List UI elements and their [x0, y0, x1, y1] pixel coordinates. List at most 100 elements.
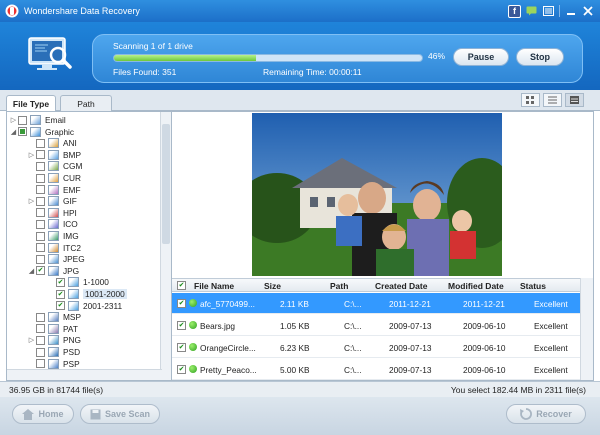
file-type-tree: ▷ Email ◢ Graphic ANI ▷ BMP CGM CUR EMF ▷ GIF HPI ICO… — [6, 111, 172, 381]
tree-item-cgm[interactable]: CGM — [27, 160, 82, 172]
expand-toggle-icon[interactable]: ◢ — [27, 267, 36, 275]
tree-item-checkbox[interactable] — [36, 185, 45, 195]
tree-item-gif[interactable]: ▷ GIF — [27, 195, 77, 207]
tree-item-1-1000[interactable]: ✔ 1-1000 — [47, 276, 109, 288]
detail-view-button[interactable] — [565, 93, 584, 107]
tree-item-checkbox[interactable] — [36, 359, 45, 369]
tree-scroll-thumb[interactable] — [162, 124, 170, 244]
tree-item-checkbox[interactable] — [36, 173, 45, 183]
home-button[interactable]: Home — [12, 404, 74, 424]
table-row[interactable]: ✔ afc_5770499... 2.11 KB C:\... 2011-12-21 20… — [172, 293, 580, 314]
scan-progress-fill — [114, 55, 256, 61]
thumbnail-view-button[interactable] — [521, 93, 540, 107]
scan-progress-bar — [113, 54, 423, 62]
col-size[interactable]: Size — [264, 281, 281, 291]
tab-file-type[interactable]: File Type — [6, 95, 56, 112]
list-icon — [548, 96, 557, 104]
close-icon[interactable] — [581, 5, 594, 18]
tree-item-checkbox[interactable] — [36, 138, 45, 148]
table-row[interactable]: ✔ Pretty_Peaco... 5.00 KB C:\... 2009-07-13 2… — [172, 359, 580, 380]
tree-item-label: IMG — [63, 231, 79, 241]
tree-item-label: Email — [45, 115, 66, 125]
list-view-button[interactable] — [543, 93, 562, 107]
tree-item-checkbox[interactable]: ✔ — [36, 266, 45, 276]
tree-item-img[interactable]: IMG — [27, 230, 79, 242]
tree-item-label: JPEG — [63, 254, 85, 265]
app-logo-icon — [4, 3, 20, 19]
table-row[interactable]: ✔ Bears.jpg 1.05 KB C:\... 2009-07-13 2009-06… — [172, 315, 580, 336]
tree-item-label: JPG — [63, 265, 80, 276]
row-checkbox[interactable]: ✔ — [177, 343, 186, 352]
tree-item-checkbox[interactable] — [36, 335, 45, 345]
chat-icon[interactable] — [525, 5, 538, 18]
tree-item-checkbox[interactable] — [36, 219, 45, 229]
save-scan-button[interactable]: Save Scan — [80, 404, 160, 424]
tree-item-checkbox[interactable] — [36, 161, 45, 171]
tree-item-checkbox[interactable] — [18, 115, 27, 125]
cell-name: afc_5770499... — [200, 299, 255, 309]
tree-item-checkbox[interactable] — [36, 312, 45, 322]
tree-item-hpi[interactable]: HPI — [27, 207, 77, 219]
tree-item-label: BMP — [63, 149, 81, 160]
tree-item-psp[interactable]: PSP — [27, 358, 80, 370]
tree-item-checkbox[interactable] — [36, 150, 45, 160]
tree-item-ico[interactable]: ICO — [27, 218, 78, 230]
tree-item-label: ANI — [63, 138, 77, 149]
file-list-scrollbar[interactable] — [580, 278, 593, 380]
tree-item-cur[interactable]: CUR — [27, 172, 81, 184]
facebook-icon[interactable]: f — [508, 4, 521, 18]
row-checkbox[interactable]: ✔ — [177, 299, 186, 308]
row-checkbox[interactable]: ✔ — [177, 321, 186, 330]
tree-item-checkbox[interactable] — [36, 208, 45, 218]
tree-item-psd[interactable]: PSD — [27, 346, 80, 358]
tree-item-checkbox[interactable] — [36, 324, 45, 334]
tree-item-png[interactable]: ▷ PNG — [27, 334, 81, 346]
tree-item-email[interactable]: ▷ Email — [9, 114, 66, 126]
tree-item-checkbox[interactable]: ✔ — [56, 301, 65, 311]
tree-item-itc2[interactable]: ITC2 — [27, 242, 81, 254]
tree-item-checkbox[interactable] — [36, 347, 45, 357]
expand-toggle-icon[interactable]: ▷ — [27, 151, 36, 159]
recover-button[interactable]: Recover — [506, 404, 586, 424]
stop-button[interactable]: Stop — [516, 48, 564, 66]
tree-item-checkbox[interactable] — [36, 231, 45, 241]
tree-horizontal-scrollbar[interactable] — [7, 369, 162, 380]
expand-toggle-icon[interactable]: ▷ — [27, 197, 36, 205]
pause-button[interactable]: Pause — [453, 48, 509, 66]
tree-item-1001-2000[interactable]: ✔ 1001-2000 — [47, 288, 127, 300]
tree-item-checkbox[interactable] — [36, 254, 45, 264]
tree-item-emf[interactable]: EMF — [27, 184, 81, 196]
tree-item-checkbox[interactable] — [36, 196, 45, 206]
tree-item-bmp[interactable]: ▷ BMP — [27, 149, 81, 161]
tree-item-checkbox[interactable]: ✔ — [56, 289, 65, 299]
tree-item-checkbox[interactable]: ✔ — [56, 277, 65, 287]
expand-toggle-icon[interactable]: ◢ — [9, 128, 18, 136]
tree-item-msp[interactable]: MSP — [27, 311, 81, 323]
file-type-icon — [68, 277, 79, 288]
tab-path[interactable]: Path — [60, 95, 112, 111]
tree-item-jpg[interactable]: ◢ ✔ JPG — [27, 265, 79, 277]
tree-item-checkbox[interactable] — [36, 243, 45, 253]
menu-icon[interactable] — [542, 5, 555, 18]
tree-item-checkbox[interactable] — [18, 127, 27, 137]
col-file-name[interactable]: File Name — [194, 281, 234, 291]
minimize-icon[interactable] — [564, 5, 577, 18]
col-modified-date[interactable]: Modified Date — [448, 281, 504, 291]
tree-item-ani[interactable]: ANI — [27, 137, 77, 149]
tree-item-pat[interactable]: PAT — [27, 323, 78, 335]
row-checkbox[interactable]: ✔ — [177, 365, 186, 374]
col-created-date[interactable]: Created Date — [375, 281, 427, 291]
table-row[interactable]: ✔ OrangeCircle... 6.23 KB C:\... 2009-07-13 2… — [172, 337, 580, 358]
tree-item-graphic[interactable]: ◢ Graphic — [9, 126, 74, 138]
col-status[interactable]: Status — [520, 281, 546, 291]
select-all-checkbox[interactable]: ✔ — [177, 281, 186, 290]
home-icon — [22, 408, 35, 420]
tree-vertical-scrollbar[interactable] — [160, 112, 171, 380]
tree-item-2001-2311[interactable]: ✔ 2001-2311 — [47, 300, 122, 312]
file-type-icon — [68, 300, 79, 311]
col-path[interactable]: Path — [330, 281, 348, 291]
tree-item-jpeg[interactable]: JPEG — [27, 253, 85, 265]
expand-toggle-icon[interactable]: ▷ — [9, 116, 18, 124]
tab-strip: File Type Path — [0, 90, 600, 112]
expand-toggle-icon[interactable]: ▷ — [27, 336, 36, 344]
